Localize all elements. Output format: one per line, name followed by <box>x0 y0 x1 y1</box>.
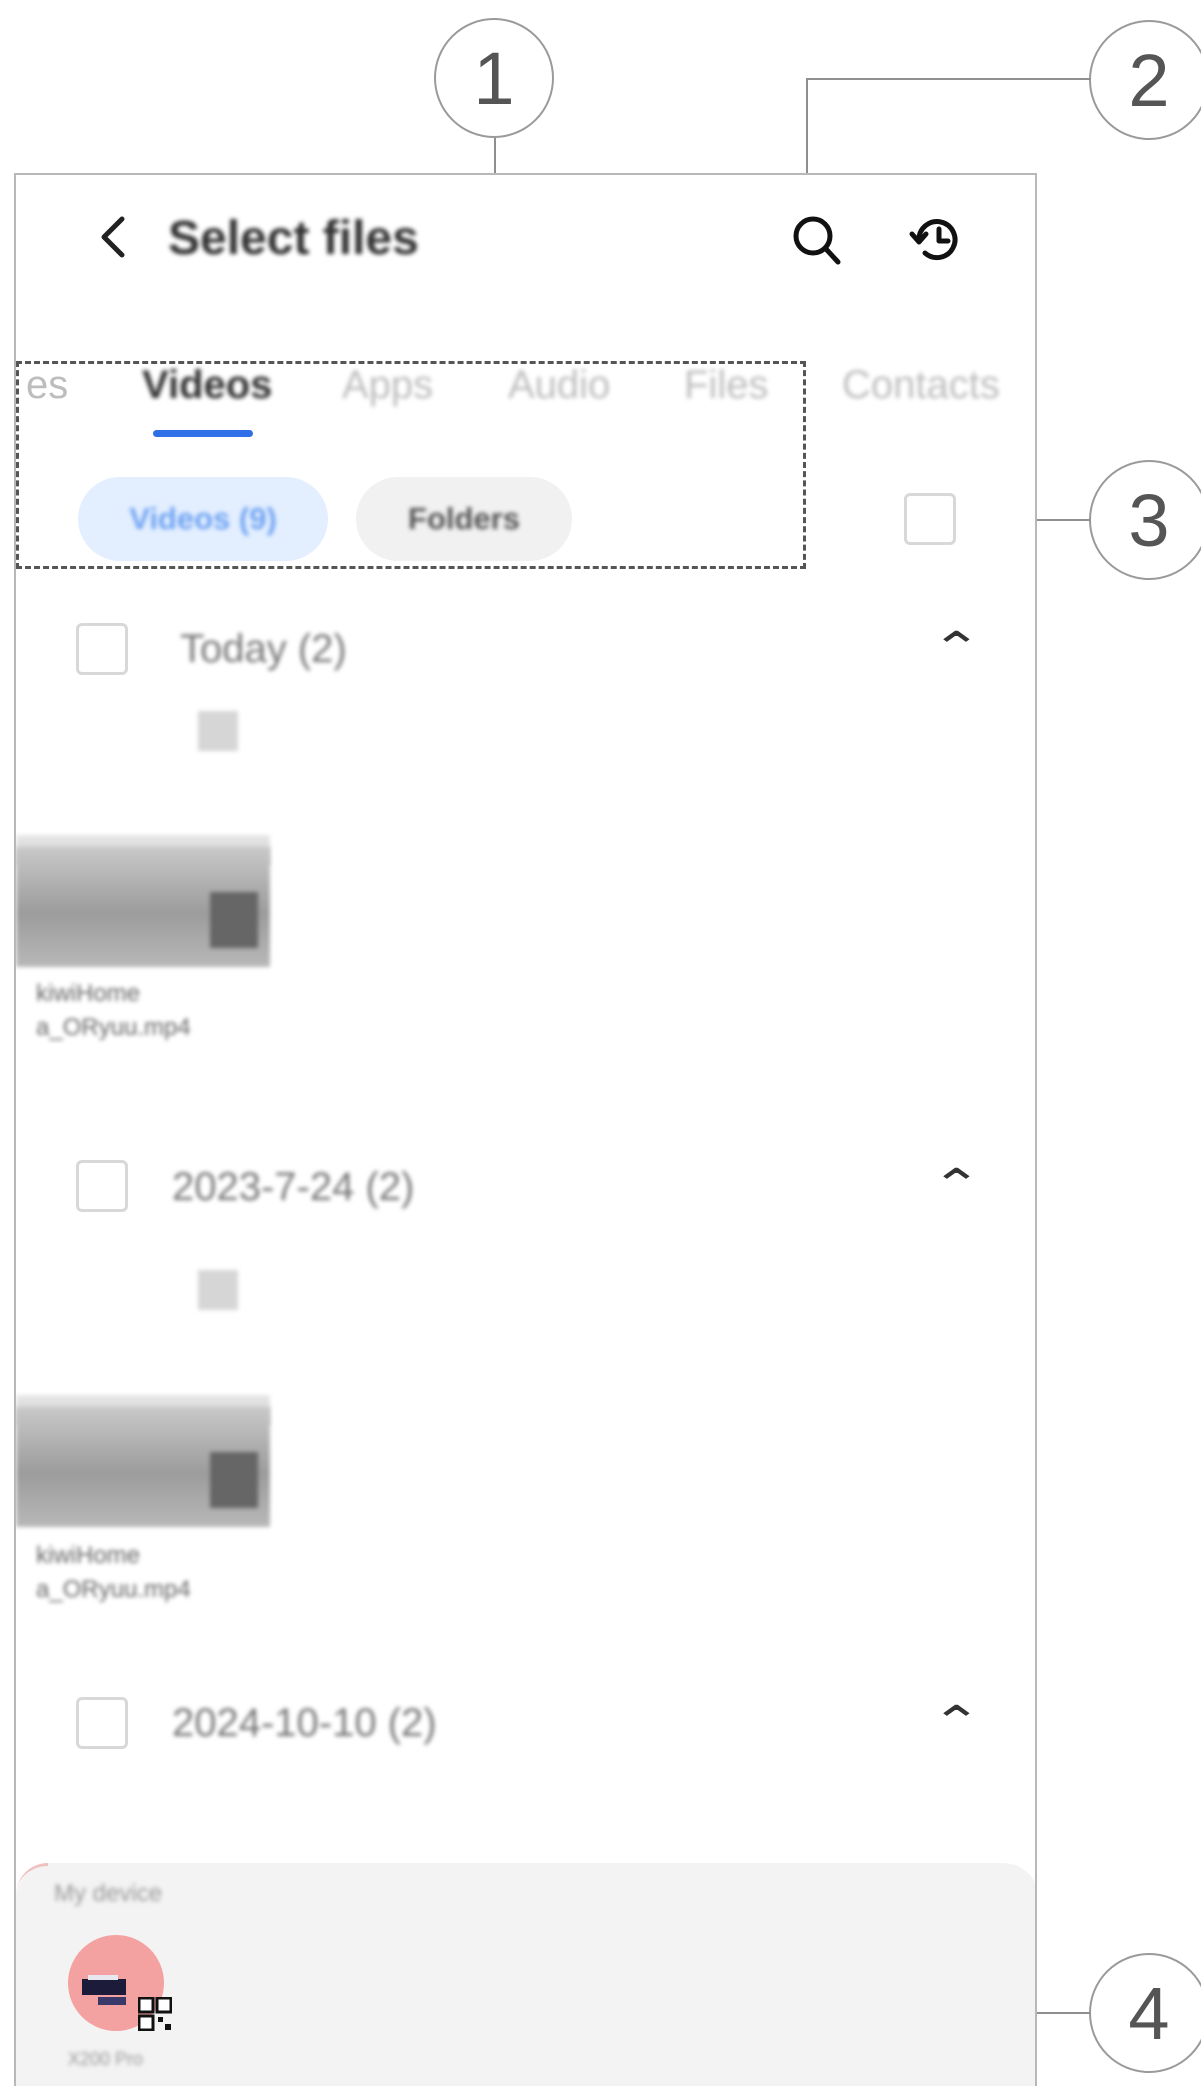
chevron-left-icon <box>101 216 125 258</box>
group-title: 2024-10-10 (2) <box>172 1701 437 1745</box>
device-panel-label: My device <box>54 1880 163 1907</box>
chevron-up-icon[interactable]: ⌃ <box>931 1697 983 1748</box>
qr-code-icon <box>138 1997 172 2031</box>
callout-2-line-h <box>808 78 1091 80</box>
group-checkbox[interactable] <box>76 1160 128 1212</box>
highlight-box <box>16 361 806 569</box>
file-name-line1: kiwiHome <box>36 980 141 1007</box>
video-badge-icon <box>210 1452 258 1508</box>
chevron-up-icon[interactable]: ⌃ <box>931 1160 983 1211</box>
chevron-up-icon[interactable]: ⌃ <box>931 623 983 674</box>
file-name-line1: kiwiHome <box>36 1542 141 1569</box>
phone-screen: Select files es Videos Apps Audio Files … <box>14 173 1037 2086</box>
callout-2: 2 <box>1089 20 1201 140</box>
history-icon <box>909 219 958 261</box>
item-checkbox[interactable] <box>198 711 238 751</box>
callout-1: 1 <box>434 18 554 138</box>
history-button[interactable] <box>902 205 972 275</box>
page-title: Select files <box>168 212 419 265</box>
video-thumbnail[interactable] <box>16 1407 270 1527</box>
video-thumbnail[interactable] <box>16 847 270 967</box>
search-button[interactable] <box>782 205 852 275</box>
group-title: Today (2) <box>180 627 347 671</box>
file-name-line2: a_ORyuu.mp4 <box>36 1014 191 1041</box>
tab-contacts[interactable]: Contacts <box>842 363 1000 408</box>
callout-3: 3 <box>1089 460 1201 580</box>
callout-4: 4 <box>1089 1953 1201 2073</box>
device-name: X200 Pro <box>68 2049 144 2069</box>
file-name-line2: a_ORyuu.mp4 <box>36 1576 191 1603</box>
select-all-checkbox[interactable] <box>904 493 956 545</box>
item-checkbox[interactable] <box>198 1270 238 1310</box>
panel-accent <box>16 1863 48 1898</box>
group-checkbox[interactable] <box>76 623 128 675</box>
device-panel <box>16 1863 1035 2086</box>
video-badge-icon <box>210 892 258 948</box>
search-icon <box>793 216 841 265</box>
group-checkbox[interactable] <box>76 1697 128 1749</box>
group-title: 2023-7-24 (2) <box>172 1165 415 1209</box>
back-button[interactable] <box>84 207 144 267</box>
